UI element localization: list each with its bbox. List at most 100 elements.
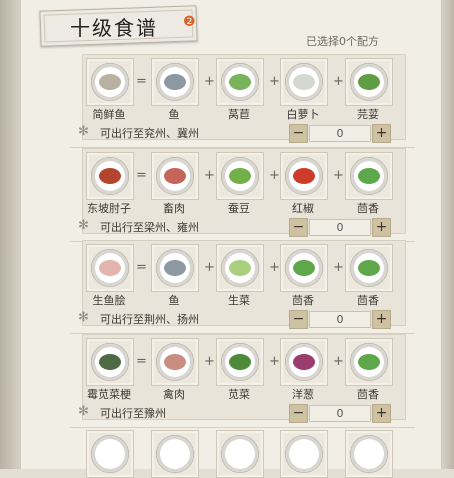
plus-sign: +	[269, 260, 280, 275]
flower-icon: ✻	[78, 218, 89, 233]
ingredient-slot-partial[interactable]	[345, 430, 393, 478]
ingredient-slot[interactable]	[280, 58, 328, 106]
ingredient-slot[interactable]	[345, 338, 393, 386]
decrease-button[interactable]: −	[289, 218, 308, 237]
ingredient-slot[interactable]	[151, 338, 199, 386]
onion-icon	[293, 354, 315, 370]
quantity-field[interactable]: 0	[309, 405, 371, 422]
travel-destination: 可出行至兖州、冀州	[100, 127, 199, 140]
decrease-button[interactable]: −	[289, 310, 308, 329]
ingredient-name: 苋菜	[228, 388, 250, 401]
plate-icon	[285, 435, 323, 473]
fennel-icon	[358, 168, 380, 184]
increase-button[interactable]: +	[372, 124, 391, 143]
ingredient-slot-partial[interactable]	[151, 430, 199, 478]
row-divider	[70, 427, 415, 428]
dish-name: 简鲜鱼	[92, 108, 126, 121]
plate-icon	[350, 435, 388, 473]
equals-sign: =	[136, 74, 147, 89]
ingredient-name: 生菜	[228, 294, 250, 307]
flower-icon: ✻	[78, 404, 89, 419]
ingredient-slot[interactable]	[345, 58, 393, 106]
meat-icon	[164, 168, 186, 184]
ingredient-name: 鱼	[168, 108, 180, 121]
ingredient-slot[interactable]	[151, 152, 199, 200]
left-background	[0, 0, 20, 469]
ingredient-slot[interactable]	[216, 152, 264, 200]
flower-icon: ✻	[78, 310, 89, 325]
plate-icon	[91, 435, 129, 473]
ingredient-slot[interactable]	[345, 152, 393, 200]
plus-sign: +	[269, 168, 280, 183]
ingredient-slot[interactable]	[216, 244, 264, 292]
red-pepper-icon	[293, 168, 315, 184]
fennel-icon	[358, 354, 380, 370]
quantity-field[interactable]: 0	[309, 219, 371, 236]
ingredient-slot[interactable]	[280, 152, 328, 200]
decrease-button[interactable]: −	[289, 404, 308, 423]
plus-sign: +	[204, 260, 215, 275]
page-title: 十级食谱	[70, 16, 158, 40]
ingredient-name: 莴苣	[228, 108, 250, 121]
ingredient-name: 茴香	[357, 294, 379, 307]
sashimi-dish	[99, 260, 121, 276]
ingredient-slot[interactable]	[151, 244, 199, 292]
plus-sign: +	[204, 354, 215, 369]
broad-bean-icon	[229, 168, 251, 184]
increase-button[interactable]: +	[372, 404, 391, 423]
plus-sign: +	[333, 260, 344, 275]
ingredient-slot[interactable]	[345, 244, 393, 292]
recipe-dish-slot[interactable]	[86, 338, 134, 386]
flower-icon: ✻	[78, 124, 89, 139]
ingredient-name: 鱼	[168, 294, 180, 307]
fish-icon	[164, 260, 186, 276]
plus-sign: +	[269, 74, 280, 89]
ingredient-name: 禽肉	[163, 388, 185, 401]
amaranth-icon	[229, 354, 251, 370]
ingredient-slot[interactable]	[216, 58, 264, 106]
ingredient-slot-partial[interactable]	[216, 430, 264, 478]
ingredient-slot[interactable]	[216, 338, 264, 386]
fennel-icon	[293, 260, 315, 276]
ingredient-name: 茴香	[357, 388, 379, 401]
amaranth-dish	[99, 354, 121, 370]
ingredient-slot[interactable]	[280, 338, 328, 386]
ingredient-slot[interactable]	[151, 58, 199, 106]
quantity-field[interactable]: 0	[309, 125, 371, 142]
recipe-dish-slot[interactable]	[86, 152, 134, 200]
fish-icon	[164, 74, 186, 90]
recipe-dish-slot[interactable]	[86, 58, 134, 106]
cilantro-icon	[358, 74, 380, 90]
ingredient-slot[interactable]	[280, 244, 328, 292]
plus-sign: +	[333, 168, 344, 183]
equals-sign: =	[136, 354, 147, 369]
plus-sign: +	[269, 354, 280, 369]
ingredient-name: 畜肉	[163, 202, 185, 215]
selected-count: 已选择0个配方	[306, 35, 379, 48]
ingredient-slot-partial[interactable]	[280, 430, 328, 478]
plus-sign: +	[333, 74, 344, 89]
ingredient-name: 蚕豆	[228, 202, 250, 215]
lettuce-icon	[229, 74, 251, 90]
right-background	[440, 0, 454, 469]
dish-name: 东坡肘子	[87, 202, 131, 215]
ingredient-slot-partial[interactable]	[86, 430, 134, 478]
ingredient-name: 茴香	[292, 294, 314, 307]
ingredient-name: 洋葱	[292, 388, 314, 401]
travel-destination: 可出行至梁州、雍州	[100, 221, 199, 234]
increase-button[interactable]: +	[372, 218, 391, 237]
travel-destination: 可出行至豫州	[100, 407, 166, 420]
plus-sign: +	[204, 168, 215, 183]
quantity-field[interactable]: 0	[309, 311, 371, 328]
radish-icon	[293, 74, 315, 90]
dish-name: 生鱼脍	[92, 294, 126, 307]
decrease-button[interactable]: −	[289, 124, 308, 143]
increase-button[interactable]: +	[372, 310, 391, 329]
ingredient-name: 白萝卜	[286, 108, 320, 121]
travel-destination: 可出行至荆州、扬州	[100, 313, 199, 326]
lettuce-icon	[229, 260, 251, 276]
plate-icon	[221, 435, 259, 473]
ingredient-name: 红椒	[292, 202, 314, 215]
recipe-dish-slot[interactable]	[86, 244, 134, 292]
ingredient-name: 茴香	[357, 202, 379, 215]
